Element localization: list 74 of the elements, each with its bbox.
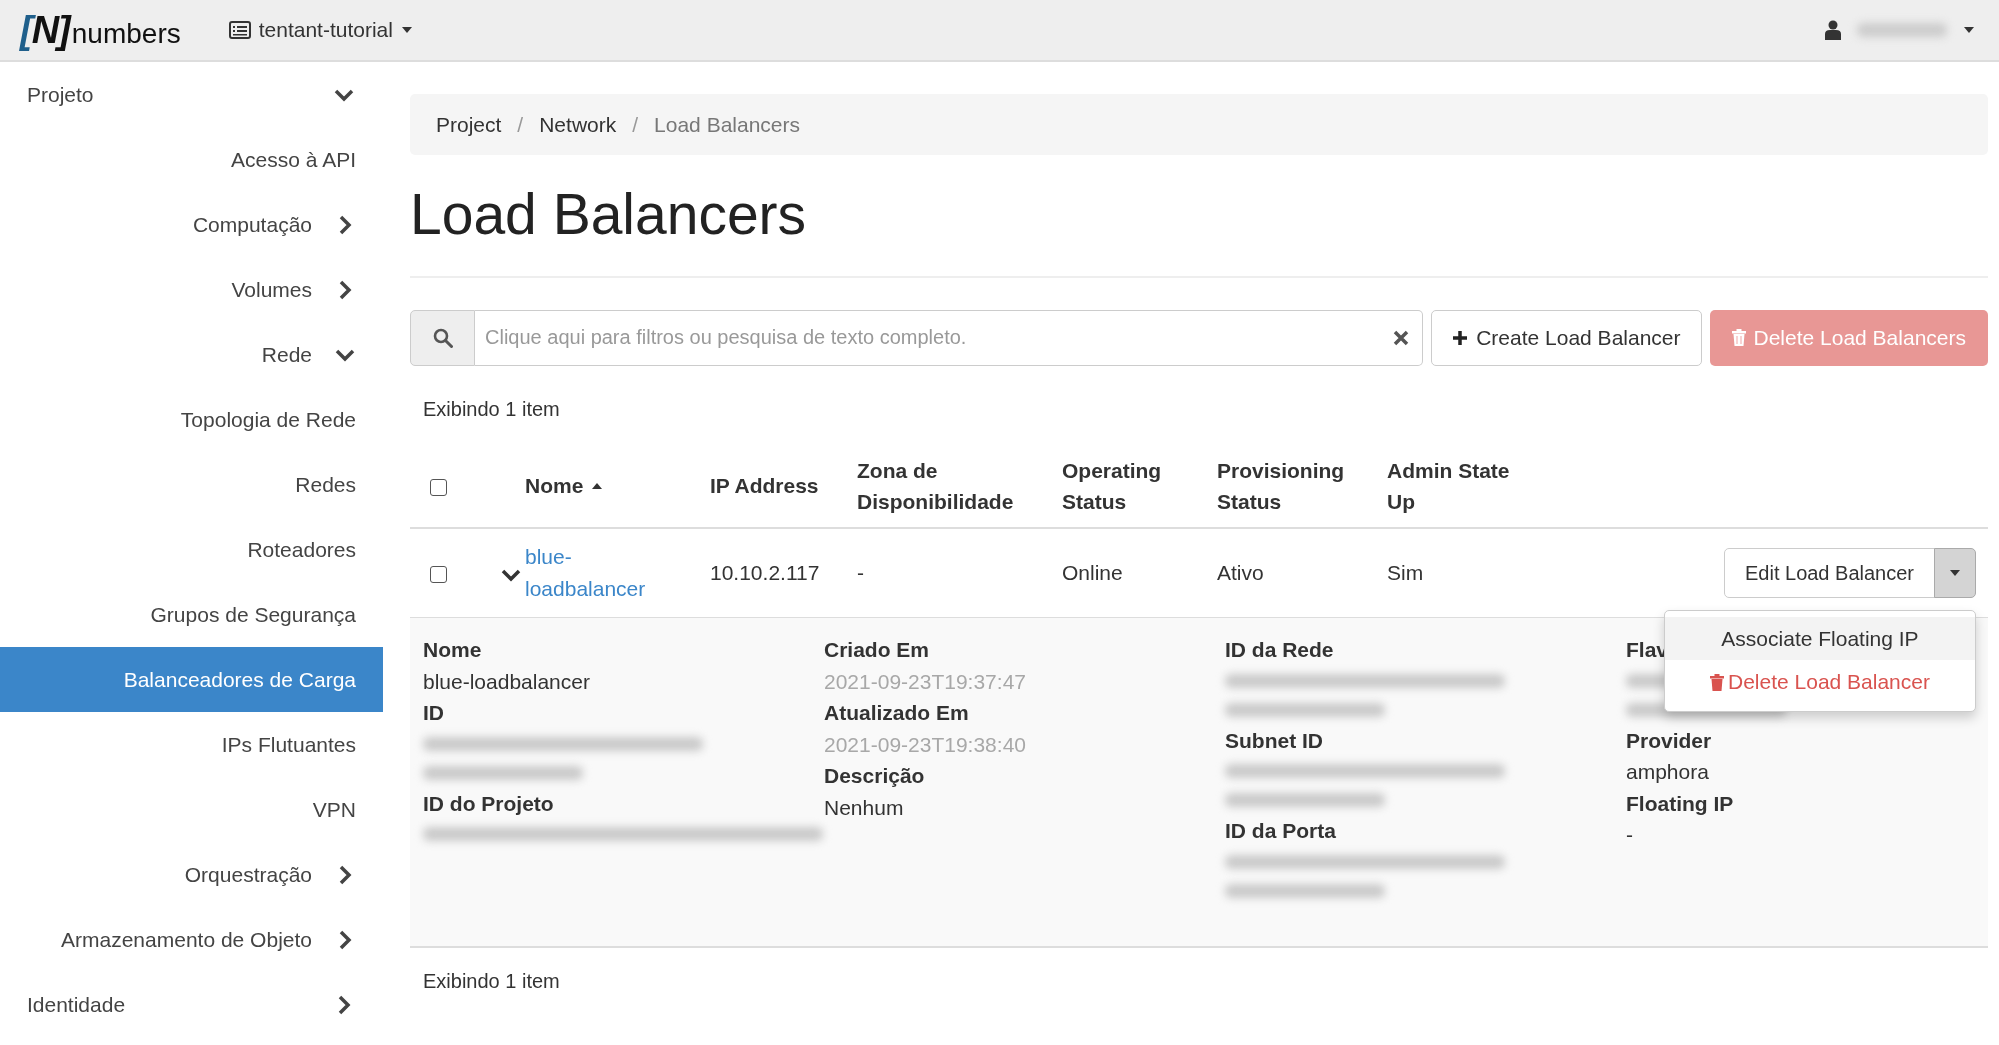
clear-icon[interactable]: [1393, 329, 1410, 346]
caret-icon: [400, 26, 413, 34]
menu-item[interactable]: Roteadores: [0, 517, 383, 582]
detail-label: Atualizado Em: [824, 700, 969, 727]
menu-item[interactable]: Grupos de Segurança: [0, 582, 383, 647]
detail-value: 2021-09-23T19:37:47: [824, 668, 1026, 695]
plus-icon: [1452, 329, 1469, 346]
table-cell: 10.10.2.117: [710, 561, 820, 585]
detail-label: Provider: [1626, 727, 1712, 754]
detail-label: ID da Porta: [1225, 818, 1336, 845]
detail-label: ID: [423, 700, 444, 727]
menu-item[interactable]: IPs Flutuantes: [0, 712, 383, 777]
detail-label: Nome: [423, 637, 482, 664]
detail-label: Descrição: [824, 763, 925, 790]
trash-icon: [1731, 329, 1746, 347]
breadcrumb-link[interactable]: Network: [539, 108, 617, 141]
menu-item[interactable]: Balanceadores de Carga: [0, 647, 383, 712]
table-cell: Online: [1062, 561, 1123, 585]
table-cell: Ativo: [1217, 561, 1264, 585]
page-title: Load Balancers: [410, 183, 808, 246]
item-count: Exibindo 1 item: [422, 968, 561, 994]
row-checkbox[interactable]: [430, 566, 447, 584]
breadcrumb-separator: /: [517, 111, 524, 138]
column-header[interactable]: IP Address: [710, 470, 819, 502]
menu-group[interactable]: Projeto: [0, 62, 383, 127]
table-cell: -: [857, 561, 864, 585]
name-link[interactable]: blue-loadbalancer: [525, 541, 645, 605]
breadcrumb-current: Load Balancers: [654, 111, 800, 138]
menu-item[interactable]: Topologia de Rede: [0, 387, 383, 452]
caret-icon: [1949, 568, 1961, 577]
detail-label: Criado Em: [824, 637, 930, 664]
create-button[interactable]: Create Load Balancer: [1431, 309, 1702, 366]
search-addon[interactable]: [410, 309, 475, 366]
detail-value: 2021-09-23T19:38:40: [824, 731, 1026, 758]
column-header[interactable]: Operating Status: [1062, 454, 1201, 518]
menu-item[interactable]: Delete Load Balancer: [1665, 660, 1975, 706]
detail-label: ID da Rede: [1225, 637, 1334, 664]
user-icon: [1825, 20, 1841, 40]
search-field[interactable]: Clique aqui para filtros ou pesquisa de texto completo.: [475, 309, 1424, 366]
menu-group[interactable]: Armazenamento de Objeto: [0, 907, 383, 972]
edit-button[interactable]: Edit Load Balancer: [1724, 547, 1935, 598]
menu-item[interactable]: VPN: [0, 777, 383, 842]
column-header[interactable]: Admin State Up: [1387, 454, 1521, 518]
search-icon: [432, 327, 453, 348]
select-all-checkbox[interactable]: [430, 479, 447, 497]
detail-label: Subnet ID: [1225, 727, 1323, 754]
item-count: Exibindo 1 item: [422, 396, 561, 422]
caret-icon: [1963, 26, 1975, 34]
project-menu[interactable]: tentant-tutorial: [228, 14, 413, 46]
column-header[interactable]: Provisioning Status: [1217, 454, 1371, 518]
detail-label: Floating IP: [1626, 790, 1734, 817]
detail-value: Nenhum: [824, 794, 904, 821]
logo[interactable]: [N]numbers: [20, 1, 181, 59]
dropdown-toggle-button[interactable]: [1934, 547, 1976, 598]
trash-icon: [1710, 673, 1724, 691]
detail-label: ID do Projeto: [423, 790, 554, 817]
menu-group[interactable]: Rede: [0, 322, 383, 387]
sort-ascending-icon: [591, 482, 604, 491]
menu-item[interactable]: Associate Floating IP: [1665, 616, 1975, 661]
column-header[interactable]: Nome: [525, 470, 604, 502]
menu-item[interactable]: Acesso à API: [0, 127, 383, 192]
table-cell: Sim: [1387, 561, 1424, 585]
detail-value: amphora: [1626, 759, 1709, 786]
detail-value: blue-loadbalancer: [423, 668, 590, 695]
breadcrumb-separator: /: [632, 111, 639, 138]
detail-value: -: [1626, 822, 1633, 849]
menu-group[interactable]: Computação: [0, 192, 383, 257]
breadcrumb-link[interactable]: Project: [436, 108, 502, 141]
list-icon: [228, 21, 251, 39]
menu-group[interactable]: Volumes: [0, 257, 383, 322]
menu-item[interactable]: Redes: [0, 452, 383, 517]
menu-group[interactable]: Orquestração: [0, 842, 383, 907]
column-header[interactable]: Zona de Disponibilidade: [857, 454, 1046, 518]
menu-group[interactable]: Identidade: [0, 972, 383, 1037]
